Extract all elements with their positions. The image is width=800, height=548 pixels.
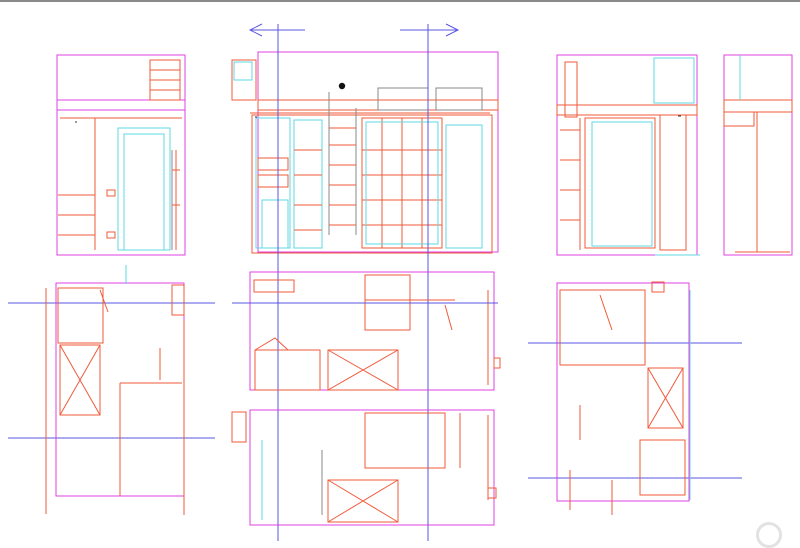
plan-left <box>8 265 215 515</box>
circle-handle-icon[interactable] <box>756 522 782 548</box>
plan-center-upper <box>232 271 501 391</box>
plan-center-lower <box>231 409 497 526</box>
elevation-right <box>556 54 700 256</box>
plan-right <box>528 281 742 515</box>
drawing-viewport[interactable] <box>0 0 800 548</box>
section-line-b <box>400 23 460 541</box>
cad-drawing-canvas[interactable] <box>0 0 800 541</box>
elevation-center <box>231 51 499 254</box>
elevation-far-right <box>723 54 793 256</box>
elevation-left <box>56 54 186 256</box>
black-dot-marker <box>338 82 346 90</box>
